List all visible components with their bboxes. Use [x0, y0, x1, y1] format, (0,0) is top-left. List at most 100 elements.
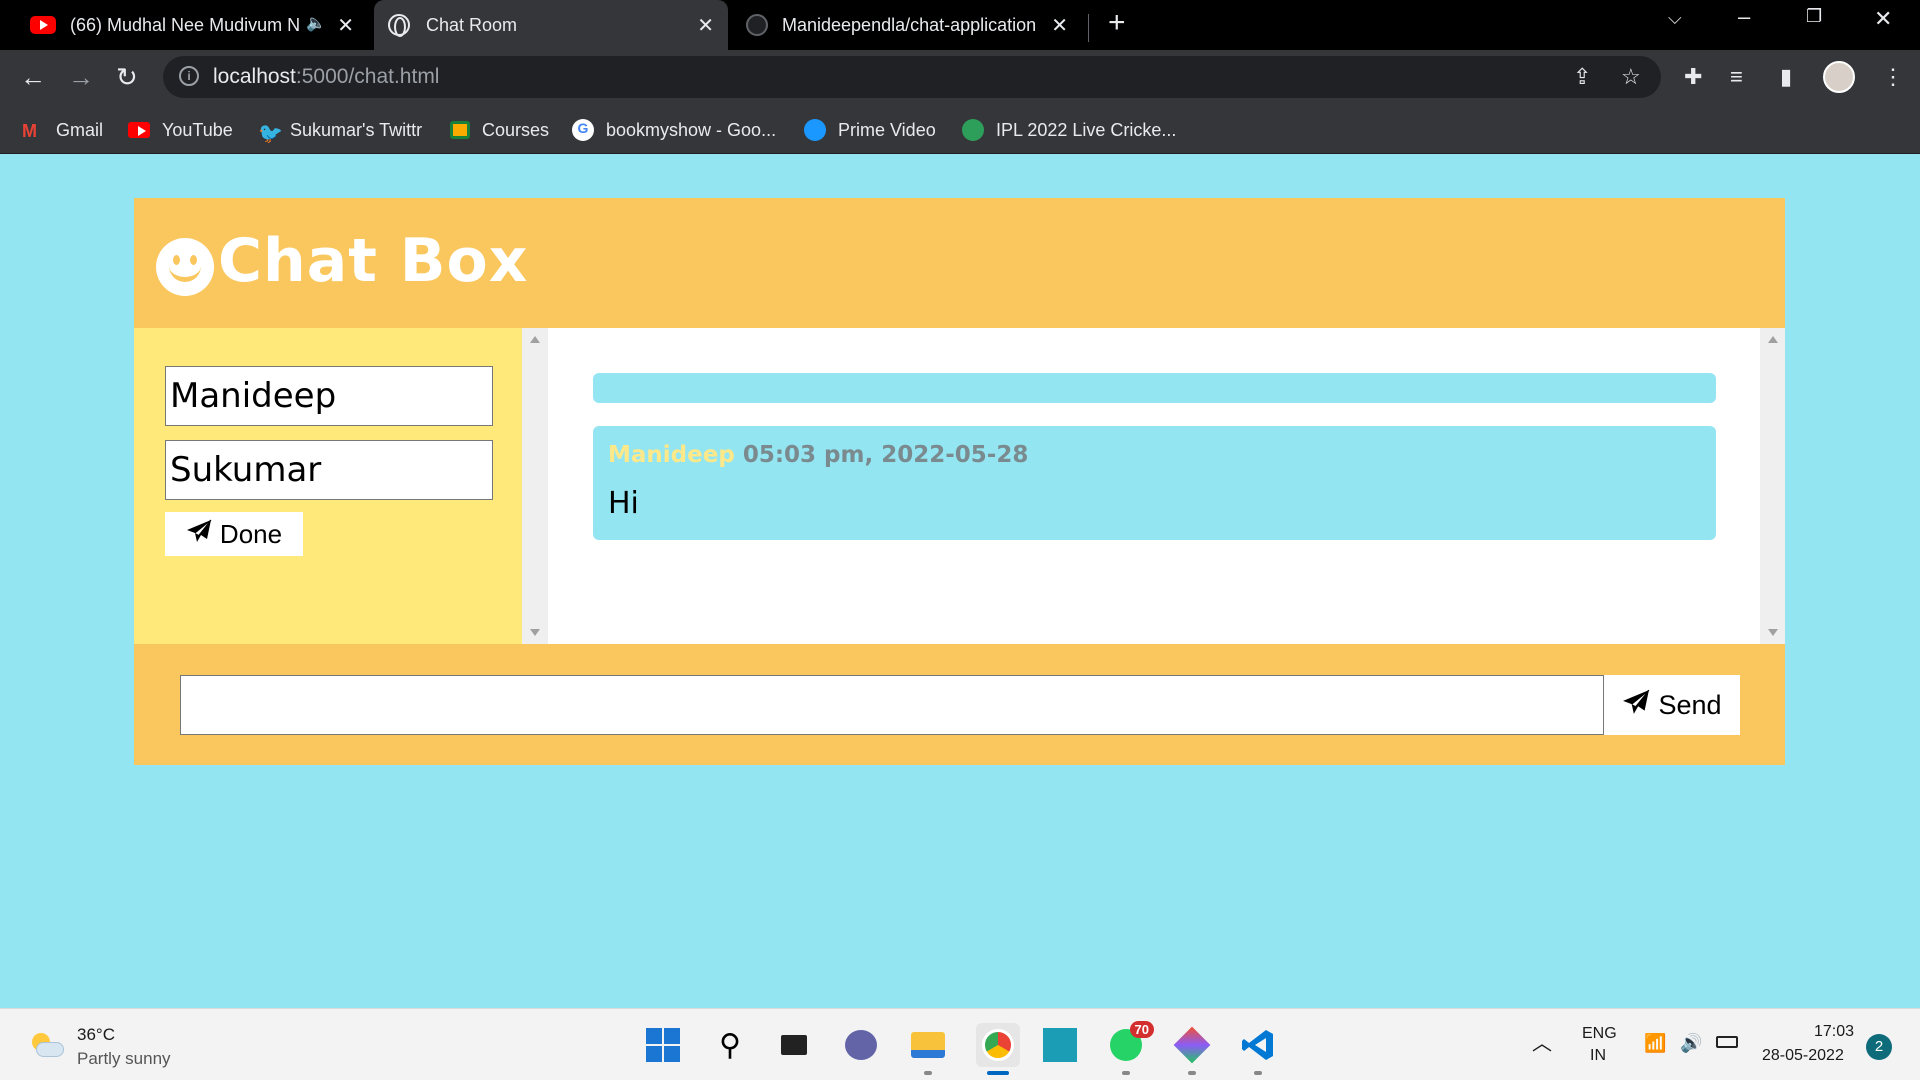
clock-time[interactable]: 17:03 [1814, 1023, 1854, 1041]
weather-desc[interactable]: Partly sunny [77, 1049, 171, 1069]
tab-search-icon[interactable]: ⌵ [1668, 8, 1682, 29]
git-icon[interactable] [1173, 1026, 1211, 1064]
share-icon[interactable]: ⇪ [1573, 64, 1591, 90]
url-host: localhost [213, 65, 296, 88]
globe-icon [388, 14, 410, 37]
browser-tab-strip: (66) Mudhal Nee Mudivum N 🔈 ✕ Chat Room … [0, 0, 1920, 50]
file-explorer-icon[interactable] [910, 1027, 946, 1063]
extensions-icon[interactable]: ✚ [1684, 64, 1702, 90]
minimize-icon[interactable]: – [1738, 4, 1750, 30]
bookmark-courses[interactable]: Courses [450, 118, 549, 142]
send-button[interactable]: Send [1604, 675, 1740, 735]
users-panel: Done [134, 328, 522, 644]
done-button[interactable]: Done [165, 512, 303, 556]
battery-icon[interactable] [1716, 1035, 1738, 1053]
back-icon[interactable]: ← [20, 62, 46, 93]
speaker-icon[interactable]: 🔈 [306, 13, 326, 33]
tray-overflow-icon[interactable]: ︿ [1532, 1027, 1552, 1056]
tab-separator [1088, 14, 1089, 42]
bookmark-bookmyshow[interactable]: Gbookmyshow - Goo... [572, 118, 776, 142]
vscode-icon[interactable] [1240, 1027, 1276, 1063]
bookmark-label: Prime Video [838, 119, 936, 140]
close-tab-icon[interactable]: ✕ [337, 13, 354, 38]
sender-name-input[interactable] [165, 366, 493, 426]
site-info-icon[interactable]: i [179, 66, 199, 86]
google-icon: G [572, 119, 594, 141]
address-bar[interactable]: i localhost:5000/chat.html ⇪ ☆ [163, 56, 1661, 98]
messages-scrollbar[interactable] [1760, 328, 1785, 644]
forward-icon[interactable]: → [68, 62, 94, 93]
new-tab-icon[interactable]: + [1108, 6, 1126, 40]
bookmark-youtube[interactable]: YouTube [128, 118, 233, 142]
bookmark-label: IPL 2022 Live Cricke... [996, 119, 1177, 140]
classroom-icon [450, 121, 470, 139]
bookmark-prime-video[interactable]: Prime Video [804, 118, 936, 142]
messages-area: Manideep 05:03 pm, 2022-05-28 Hi [548, 328, 1760, 644]
language-code[interactable]: ENG [1582, 1025, 1617, 1043]
tab-chat-room[interactable]: Chat Room ✕ [374, 0, 728, 50]
whatsapp-icon[interactable]: 70 [1108, 1021, 1154, 1063]
menu-icon[interactable]: ⋮ [1882, 64, 1904, 90]
clock-date[interactable]: 28-05-2022 [1762, 1047, 1844, 1065]
done-label: Done [219, 518, 283, 549]
smiley-icon [156, 238, 214, 296]
message-time: 05:03 pm, 2022-05-28 [742, 442, 1029, 468]
task-view-icon[interactable] [776, 1027, 812, 1063]
scroll-up-icon[interactable] [1768, 336, 1778, 343]
language-region[interactable]: IN [1590, 1047, 1606, 1065]
running-indicator [924, 1071, 932, 1075]
bookmark-twitter[interactable]: 🐦 Sukumar's Twittr [258, 118, 423, 146]
scroll-down-icon[interactable] [530, 629, 540, 636]
profile-avatar[interactable] [1823, 61, 1855, 93]
tab-youtube[interactable]: (66) Mudhal Nee Mudivum N 🔈 ✕ [18, 0, 368, 50]
taskbar: 36°C Partly sunny ⚲ 70 ︿ ENG IN 📶 🔊 17:0… [0, 1008, 1920, 1080]
message-bubble: Manideep 05:03 pm, 2022-05-28 Hi [593, 426, 1716, 540]
weather-icon[interactable] [30, 1033, 64, 1057]
bookmark-gmail[interactable]: M Gmail [22, 118, 103, 142]
close-tab-icon[interactable]: ✕ [697, 13, 714, 38]
tab-github[interactable]: Manideependla/chat-application ✕ [734, 0, 1082, 50]
wifi-icon[interactable]: 📶 [1644, 1033, 1666, 1054]
bookmark-label: Courses [482, 119, 550, 140]
scroll-down-icon[interactable] [1768, 629, 1778, 636]
message-input[interactable] [180, 675, 1604, 735]
reading-list-icon[interactable]: ≡ [1730, 64, 1743, 90]
alexa-icon[interactable] [1042, 1027, 1078, 1063]
side-panel-icon[interactable]: ▮ [1780, 64, 1792, 90]
scroll-up-icon[interactable] [530, 336, 540, 343]
twitter-icon: 🐦 [258, 123, 283, 145]
notification-badge[interactable]: 2 [1866, 1034, 1892, 1060]
weather-temp[interactable]: 36°C [77, 1025, 115, 1045]
bookmark-label: YouTube [162, 119, 233, 140]
youtube-icon [128, 122, 150, 138]
search-icon[interactable]: ⚲ [712, 1027, 748, 1063]
reload-icon[interactable]: ↻ [116, 62, 138, 93]
tab-title: Chat Room [426, 14, 518, 35]
paper-plane-icon [186, 519, 212, 550]
running-indicator [1254, 1071, 1262, 1075]
message-text: Hi [608, 486, 639, 521]
chat-app-icon[interactable] [843, 1027, 879, 1063]
receiver-name-input[interactable] [165, 440, 493, 500]
github-icon [746, 14, 768, 36]
close-window-icon[interactable]: ✕ [1874, 6, 1892, 32]
bookmark-star-icon[interactable]: ☆ [1621, 64, 1641, 90]
prime-video-icon [804, 119, 826, 141]
start-icon[interactable] [645, 1027, 681, 1063]
close-tab-icon[interactable]: ✕ [1051, 13, 1068, 38]
url-text: localhost:5000/chat.html [213, 65, 439, 89]
users-scrollbar[interactable] [522, 328, 548, 644]
restore-icon[interactable]: ❐ [1806, 6, 1822, 27]
chat-header: Chat Box [134, 198, 1785, 328]
send-label: Send [1658, 689, 1722, 720]
bookmark-label: Sukumar's Twittr [290, 119, 423, 140]
chrome-icon[interactable] [976, 1023, 1020, 1067]
message-meta: Manideep 05:03 pm, 2022-05-28 [608, 442, 1028, 468]
bookmark-ipl[interactable]: IPL 2022 Live Cricke... [962, 118, 1176, 142]
message-bubble-empty [593, 373, 1716, 403]
running-indicator [1122, 1071, 1130, 1075]
url-path: :5000/chat.html [295, 65, 440, 88]
volume-icon[interactable]: 🔊 [1680, 1033, 1702, 1054]
youtube-icon [30, 16, 56, 34]
toolbar: ← → ↻ i localhost:5000/chat.html ⇪ ☆ ✚ ≡… [0, 50, 1920, 106]
